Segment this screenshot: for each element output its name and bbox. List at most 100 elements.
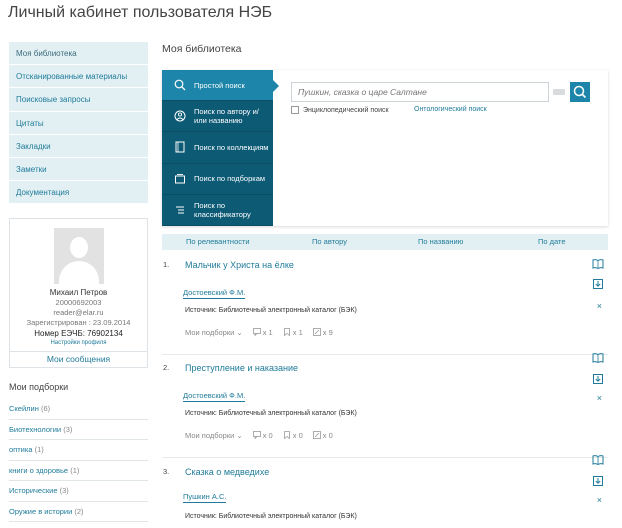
search-input[interactable] <box>291 82 549 102</box>
result-title[interactable]: Преступление и наказание <box>185 363 298 373</box>
remove-icon[interactable]: × <box>597 393 602 403</box>
note-icon <box>312 328 321 336</box>
author-icon <box>174 110 186 122</box>
result-meta: Мои подборки ⌄ x 0 x 0 x 0 <box>185 431 333 440</box>
profile-card-number: Номер ЕЭЧБ: 76902134 <box>34 329 123 338</box>
sidebar-item-scanned[interactable]: Отсканированные материалы <box>9 65 148 89</box>
download-icon[interactable] <box>592 373 604 385</box>
quote-icon <box>252 328 261 336</box>
bookmarks-count: x 0 <box>283 431 303 440</box>
result-meta: Мои подборки ⌄ x 1 x 1 x 9 <box>185 328 333 337</box>
selection-item[interactable]: Исторические (3) <box>9 481 148 502</box>
remove-icon[interactable]: × <box>597 301 602 311</box>
selection-count: (2) <box>74 506 84 516</box>
result-title[interactable]: Мальчик у Христа на ёлке <box>185 260 294 270</box>
read-book-icon[interactable] <box>592 352 604 364</box>
read-book-icon[interactable] <box>592 454 604 466</box>
read-book-icon[interactable] <box>592 258 604 270</box>
tab-label: Простой поиск <box>194 80 245 90</box>
sidebar-item-my-library[interactable]: Моя библиотека <box>9 42 148 66</box>
sort-relevance[interactable]: По релевантности <box>186 237 250 246</box>
selection-count: (3) <box>63 424 73 434</box>
encyclopedic-checkbox[interactable]: Энциклопедический поиск <box>291 106 389 114</box>
sort-name[interactable]: По названию <box>418 237 463 246</box>
selection-label[interactable]: оптика <box>9 445 32 454</box>
selection-label[interactable]: Скейлин <box>9 404 39 413</box>
selection-count: (1) <box>34 445 44 454</box>
bookmark-icon <box>283 431 290 439</box>
sidebar-item-notes[interactable]: Заметки <box>9 158 148 182</box>
selections-title: Мои подборки <box>9 382 69 392</box>
quotes-count: x 1 <box>252 328 273 337</box>
selection-item[interactable]: книги о здоровье (1) <box>9 461 148 481</box>
result-author[interactable]: Пушкин А.С. <box>183 492 227 503</box>
sidebar-item-quotes[interactable]: Цитаты <box>9 112 148 135</box>
selection-label[interactable]: книги о здоровье <box>9 466 68 475</box>
sidebar-item-bookmarks[interactable]: Закладки <box>9 135 148 158</box>
selection-count: (1) <box>70 465 80 475</box>
tab-collection-search[interactable]: Поиск по коллекциям <box>162 132 273 164</box>
search-panel: Простой поиск Поиск по автору и/или назв… <box>162 70 608 226</box>
selection-label[interactable]: Оружие в истории <box>9 507 72 516</box>
selection-count: (6) <box>40 404 51 413</box>
notes-count: x 9 <box>312 328 333 337</box>
tab-classifier-search[interactable]: Поиск по классификатору <box>162 195 273 226</box>
bookmarks-count: x 1 <box>283 328 303 337</box>
selection-count: (3) <box>59 486 69 495</box>
avatar <box>53 228 104 284</box>
selection-item[interactable]: Оружие в истории (2) <box>9 502 148 522</box>
result-title[interactable]: Сказка о медведихе <box>185 467 269 477</box>
result-number: 2. <box>163 363 170 372</box>
sort-author[interactable]: По автору <box>312 237 347 246</box>
tab-simple-search[interactable]: Простой поиск <box>162 70 279 102</box>
sidebar-item-search-queries[interactable]: Поисковые запросы <box>9 88 148 112</box>
checkbox-box[interactable] <box>291 106 299 114</box>
main-title: Моя библиотека <box>162 43 242 55</box>
tab-label: Поиск по коллекциям <box>194 142 269 152</box>
selection-icon <box>175 173 185 184</box>
page-title: Личный кабинет пользователя НЭБ <box>8 4 273 21</box>
result-author[interactable]: Достоевский Ф.М. <box>183 391 246 402</box>
result-source: Источник: Библиотечный электронный катал… <box>185 513 357 520</box>
note-icon <box>312 431 321 439</box>
search-button[interactable] <box>570 82 590 102</box>
profile-settings-link[interactable]: Настройки профиля <box>10 339 147 348</box>
selection-item[interactable]: Биотехнологии (3) <box>9 420 148 440</box>
selection-label[interactable]: Исторические <box>9 486 58 495</box>
profile-registered: Зарегистрирован : 23.09.2014 <box>26 318 131 327</box>
my-messages-link[interactable]: Мои сообщения <box>10 351 147 367</box>
ontology-search-link[interactable]: Онтологический поиск <box>414 106 487 113</box>
keyboard-icon[interactable] <box>553 89 565 95</box>
sort-date[interactable]: По дате <box>538 237 566 246</box>
download-icon[interactable] <box>592 475 604 487</box>
notes-count: x 0 <box>312 431 333 440</box>
sidebar-item-documentation[interactable]: Документация <box>9 181 148 205</box>
tab-author-search[interactable]: Поиск по автору и/или названию <box>162 101 273 133</box>
selection-label[interactable]: Биотехнологии <box>9 425 61 434</box>
my-selections-dropdown[interactable]: Мои подборки ⌄ <box>185 328 243 337</box>
selection-item[interactable]: оптика (1) <box>9 440 148 461</box>
tab-label: Поиск по классификатору <box>194 200 251 219</box>
result-source: Источник: Библиотечный электронный катал… <box>185 410 357 417</box>
search-tabs: Простой поиск Поиск по автору и/или назв… <box>162 70 279 226</box>
profile-id: 20000692003 <box>55 298 102 307</box>
remove-icon[interactable]: × <box>597 495 602 505</box>
result-item: 1. Мальчик у Христа на ёлке Достоевский … <box>162 254 608 355</box>
selections-list: Скейлин (6) Биотехнологии (3) оптика (1)… <box>9 399 148 522</box>
download-icon[interactable] <box>592 278 604 290</box>
result-source: Источник: Библиотечный электронный катал… <box>185 307 357 314</box>
result-item: 2. Преступление и наказание Достоевский … <box>162 353 608 458</box>
quotes-count: x 0 <box>252 431 273 440</box>
result-item: 3. Сказка о медведихе Пушкин А.С. Источн… <box>162 455 608 528</box>
collection-icon <box>175 141 185 153</box>
result-author[interactable]: Достоевский Ф.М. <box>183 288 246 299</box>
tab-label: Поиск по автору и/или названию <box>194 107 259 126</box>
selection-item[interactable]: Скейлин (6) <box>9 399 148 420</box>
my-selections-dropdown[interactable]: Мои подборки ⌄ <box>185 431 243 440</box>
profile-email: reader@elar.ru <box>53 308 104 317</box>
tab-label: Поиск по подборкам <box>194 174 266 184</box>
sidebar-menu: Моя библиотека Отсканированные материалы… <box>9 42 148 205</box>
result-number: 3. <box>163 467 170 476</box>
tab-selection-search[interactable]: Поиск по подборкам <box>162 164 273 195</box>
sort-bar: По релевантности По автору По названию П… <box>162 234 608 250</box>
